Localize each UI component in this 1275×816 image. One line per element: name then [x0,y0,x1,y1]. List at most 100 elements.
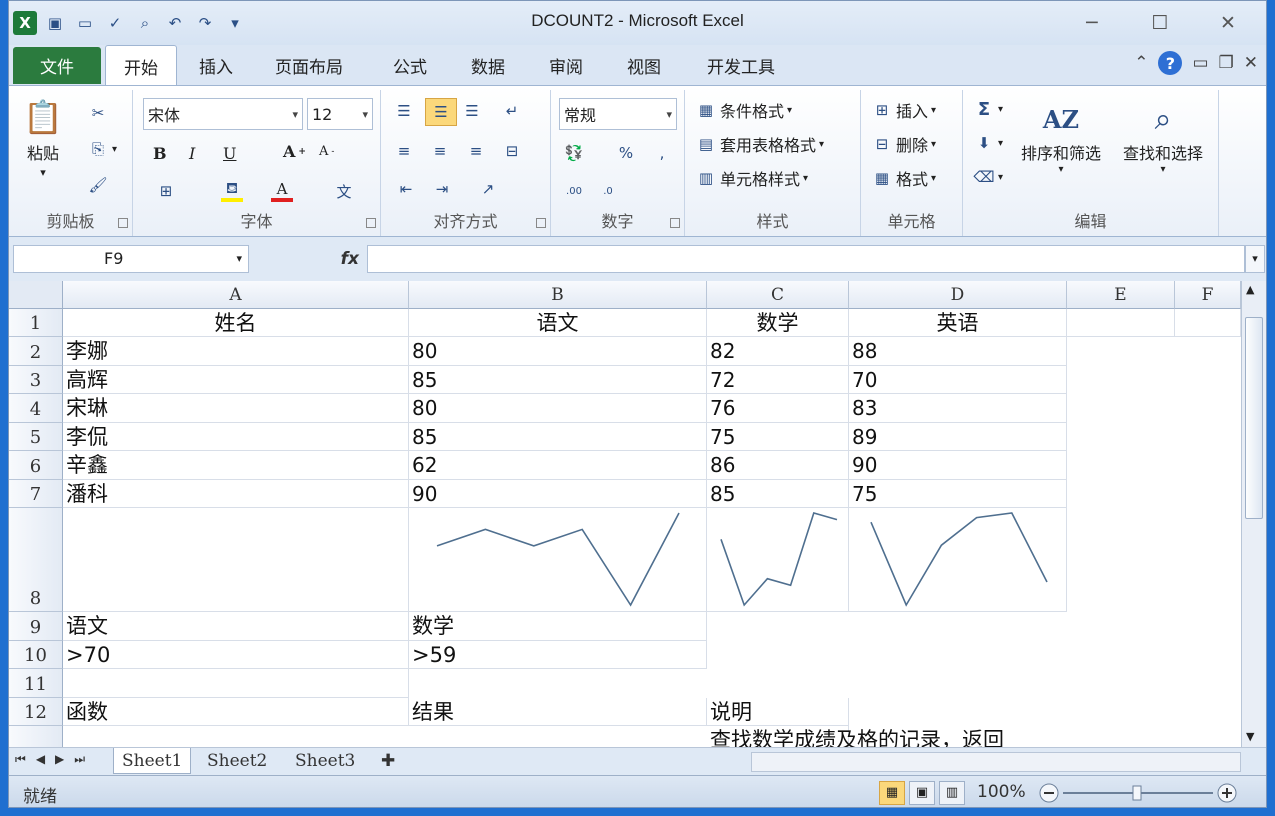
tab-page-layout[interactable]: 页面布局 [259,45,359,85]
insert-function-button[interactable]: fx [255,245,365,273]
horizontal-scrollbar[interactable] [751,752,1241,772]
align-top-button[interactable]: ☰ [393,100,415,122]
align-middle-button[interactable]: ☰ [425,98,457,126]
decrease-decimal-button[interactable]: .0 [597,180,619,202]
merge-center-button[interactable]: ⊟ [501,140,523,162]
align-right-button[interactable]: ≡ [465,140,487,162]
insert-cells-icon: ⊞ [875,101,889,119]
close-workbook-icon[interactable]: ✕ [1244,53,1258,73]
comma-button[interactable]: , [651,142,673,164]
font-size-select[interactable]: 12 ▾ [307,98,373,130]
table-format-button[interactable]: ▤ 套用表格格式 ▾ [695,132,824,156]
orientation-button[interactable]: ↗ [477,178,499,200]
copy-button[interactable]: ⎘ ▾ [87,138,117,160]
sheet-tab-1[interactable]: Sheet1 [113,748,192,774]
clipboard-launcher[interactable] [118,218,128,228]
sort-filter-button[interactable]: AZ 排序和筛选 ▾ [1021,98,1101,176]
last-sheet-icon[interactable]: ⏭ [74,752,85,767]
group-alignment: ☰ ☰ ☰ ↵ ≡ ≡ ≡ ⊟ ⇤ ⇥ ↗ 对齐方式 [381,90,551,236]
group-number: 常规 ▾ 💱 % , .00 .0 数字 [551,90,685,236]
increase-decimal-button[interactable]: .00 [563,180,585,202]
minimize-workbook-icon[interactable]: ▭ [1192,53,1208,73]
font-color-button[interactable]: A [271,180,293,202]
minimize-button[interactable]: ─ [1058,5,1126,41]
italic-button[interactable]: I [189,144,195,163]
page-break-view-icon[interactable]: ▥ [939,781,965,805]
new-sheet-icon[interactable]: ✚ [373,748,403,774]
group-cells: ⊞ 插入 ▾ ⊟ 删除 ▾ ▦ 格式 ▾ 单元格 [861,90,963,236]
sparkline-math [720,512,838,607]
tab-insert[interactable]: 插入 [181,45,251,85]
sheet-tab-3[interactable]: Sheet3 [287,748,363,774]
tab-home[interactable]: 开始 [105,45,177,86]
decrease-indent-button[interactable]: ⇤ [395,178,417,200]
zoom-level[interactable]: 100% [977,782,1026,802]
currency-icon: 💱 [564,144,584,162]
tab-developer[interactable]: 开发工具 [691,45,791,85]
worksheet-grid[interactable]: A B C D E F 1 2 3 4 5 6 7 8 9 10 11 12 姓… [9,281,1241,747]
delete-cells-button[interactable]: ⊟ 删除 ▾ [871,132,936,156]
scroll-down-icon[interactable]: ▼ [1246,730,1254,743]
fill-button[interactable]: ⬇ ▾ [973,132,1003,154]
percent-button[interactable]: % [615,142,637,164]
find-select-button[interactable]: ⌕ 查找和选择 ▾ [1123,98,1203,176]
increase-font-button[interactable]: A + [283,142,306,161]
clear-button[interactable]: ⌫ ▾ [973,166,1003,188]
fill-color-button[interactable]: ⛾ [221,179,243,202]
expand-formula-icon[interactable]: ▾ [1245,245,1265,273]
prev-sheet-icon[interactable]: ◀ [36,752,45,767]
sheet-tab-2[interactable]: Sheet2 [199,748,275,774]
help-icon[interactable]: ? [1158,51,1183,75]
font-launcher[interactable] [366,218,376,228]
name-box[interactable]: F9 ▾ [13,245,249,273]
underline-button[interactable]: U [223,144,236,163]
tab-review[interactable]: 审阅 [531,45,601,85]
scroll-up-icon[interactable]: ▲ [1246,283,1254,296]
next-sheet-icon[interactable]: ▶ [55,752,64,767]
normal-view-icon[interactable]: ▦ [879,781,905,805]
ribbon-right-controls: ⌃ ? ▭ ❐ ✕ [1134,51,1258,75]
formula-input[interactable] [367,245,1245,273]
decrease-font-button[interactable]: A- [319,144,334,159]
cut-button[interactable]: ✂ [87,102,109,124]
increase-indent-button[interactable]: ⇥ [431,178,453,200]
sort-filter-icon: AZ [1042,104,1080,134]
number-label: 数字 [601,212,634,231]
currency-button[interactable]: 💱 [563,142,585,164]
close-button[interactable]: ✕ [1194,5,1262,41]
collapse-ribbon-icon[interactable]: ⌃ [1134,53,1148,73]
wrap-text-button[interactable]: ↵ [501,100,523,122]
cell-styles-button[interactable]: ▥ 单元格样式 ▾ [695,166,808,190]
conditional-format-button[interactable]: ▦ 条件格式 ▾ [695,98,792,122]
tab-file[interactable]: 文件 [13,47,101,84]
page-layout-view-icon[interactable]: ▣ [909,781,935,805]
align-left-button[interactable]: ≡ [393,140,415,162]
insert-cells-button[interactable]: ⊞ 插入 ▾ [871,98,936,122]
first-sheet-icon[interactable]: ⏮ [15,752,26,767]
comma-icon: , [659,144,665,162]
vertical-scrollbar[interactable]: ▲ ▼ [1241,281,1266,747]
tab-formulas[interactable]: 公式 [375,45,445,85]
binoculars-icon: ⌕ [1154,101,1172,137]
alignment-launcher[interactable] [536,218,546,228]
align-center-button[interactable]: ≡ [429,140,451,162]
maximize-button[interactable]: ☐ [1126,5,1194,41]
bold-button[interactable]: B [153,144,167,163]
tab-data[interactable]: 数据 [453,45,523,85]
font-name-select[interactable]: 宋体 ▾ [143,98,303,130]
zoom-slider[interactable] [1039,782,1239,804]
window-controls: ─ ☐ ✕ [1058,5,1262,41]
format-painter-button[interactable]: 🖌 [87,174,109,196]
restore-workbook-icon[interactable]: ❐ [1219,53,1234,73]
format-cells-button[interactable]: ▦ 格式 ▾ [871,166,936,190]
vertical-scroll-thumb[interactable] [1245,317,1263,519]
paste-button[interactable]: 📋 粘贴 ▾ [23,96,63,179]
number-format-select[interactable]: 常规 ▾ [559,98,677,130]
align-bottom-button[interactable]: ☰ [461,100,483,122]
phonetic-button[interactable]: 文 [333,180,355,202]
formula-bar: F9 ▾ fx ▾ [9,241,1266,277]
border-button[interactable]: ⊞ [155,180,177,202]
number-launcher[interactable] [670,218,680,228]
autosum-button[interactable]: Σ ▾ [973,98,1003,120]
tab-view[interactable]: 视图 [609,45,679,85]
